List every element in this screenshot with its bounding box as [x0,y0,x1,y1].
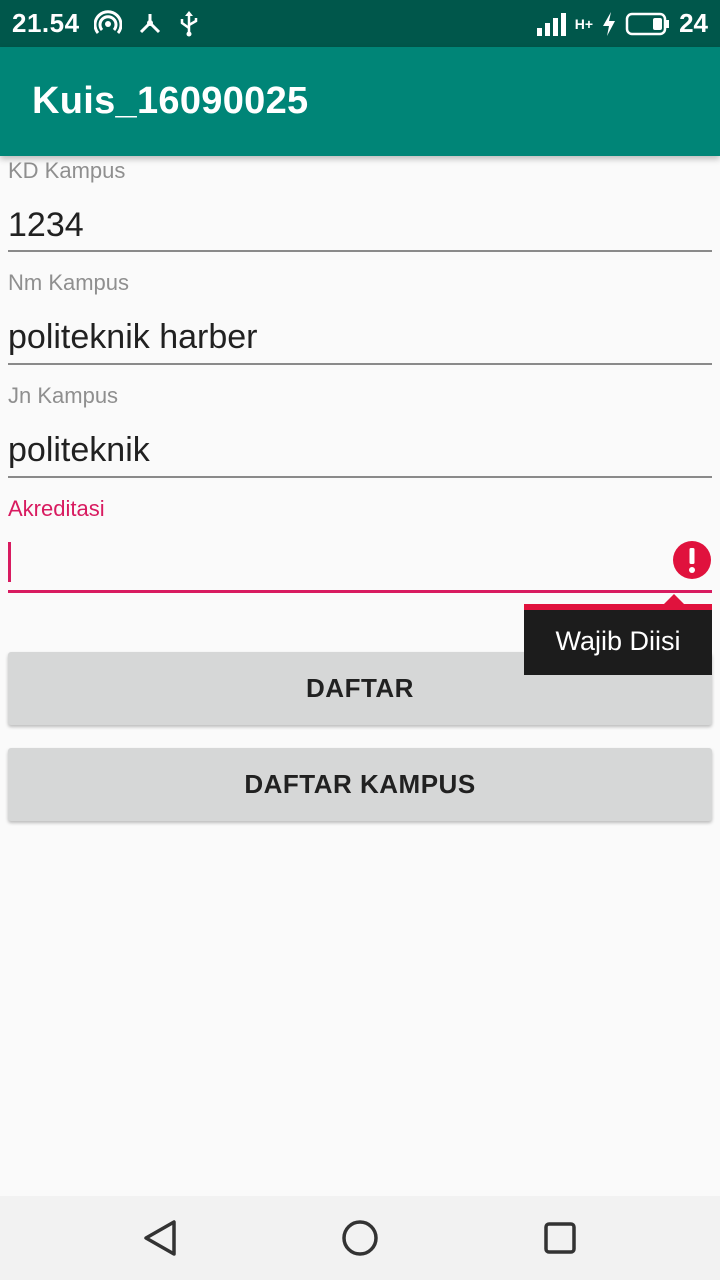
charging-icon [601,11,617,37]
daftar-kampus-button[interactable]: DAFTAR KAMPUS [8,748,712,821]
usb-icon [178,10,200,38]
network-type: H+ [574,15,594,32]
error-tooltip-arrow [664,594,684,604]
signal-icon [535,10,571,38]
akreditasi-label: Akreditasi [8,496,105,521]
app-bar: Kuis_16090025 [0,47,720,156]
hotspot-icon [93,9,122,38]
error-icon[interactable] [672,540,712,580]
error-tooltip-text: Wajib Diisi [555,626,681,656]
jn-kampus-input[interactable]: politeknik [8,431,150,470]
status-right: H+ 24 [535,8,708,39]
nm-kampus-underline [8,363,712,365]
status-time: 21.54 [12,8,80,38]
jn-kampus-underline [8,476,712,478]
kd-kampus-field[interactable]: KD Kampus 1234 [8,156,712,254]
akreditasi-field[interactable]: Akreditasi [8,494,712,594]
battery-icon [625,11,671,37]
battery-level: 24 [679,8,708,38]
navigation-bar [0,1196,720,1280]
text-cursor [8,542,11,582]
back-icon[interactable] [138,1216,182,1260]
kd-kampus-label: KD Kampus [8,158,126,183]
nm-kampus-field[interactable]: Nm Kampus politeknik harber [8,268,712,366]
recents-icon[interactable] [538,1216,582,1260]
jn-kampus-field[interactable]: Jn Kampus politeknik [8,381,712,479]
jn-kampus-label: Jn Kampus [8,383,119,408]
status-left: 21.54 [12,8,200,39]
kd-kampus-underline [8,250,712,252]
home-icon[interactable] [338,1216,382,1260]
share-icon [136,10,164,38]
nm-kampus-input[interactable]: politeknik harber [8,318,257,357]
kd-kampus-input[interactable]: 1234 [8,206,84,245]
error-tooltip-bar [524,604,712,610]
error-tooltip: Wajib Diisi [524,594,712,675]
nm-kampus-label: Nm Kampus [8,270,130,295]
akreditasi-underline [8,590,712,593]
status-bar: 21.54 H+ 24 [0,0,720,47]
app-title: Kuis_16090025 [32,80,309,122]
